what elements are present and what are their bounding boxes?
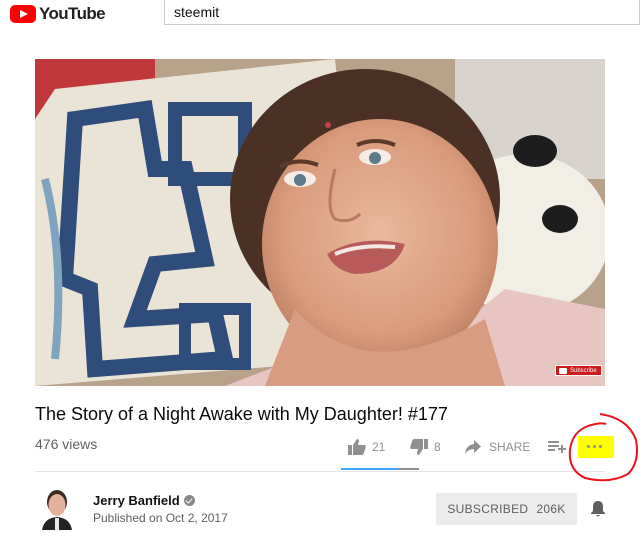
- channel-name[interactable]: Jerry Banfield: [93, 493, 195, 508]
- share-button[interactable]: SHARE: [465, 440, 530, 454]
- dislike-count: 8: [434, 440, 441, 454]
- share-icon: [465, 440, 481, 454]
- subscriber-count: 206K: [536, 502, 566, 516]
- add-to-playlist-button[interactable]: [548, 441, 566, 453]
- avatar-image: [38, 488, 76, 530]
- more-icon[interactable]: [587, 445, 602, 448]
- video-player[interactable]: Subscribe: [35, 59, 605, 386]
- subscribe-watermark-icon: [559, 368, 567, 374]
- youtube-logo-icon: [10, 5, 36, 23]
- avatar[interactable]: [38, 488, 76, 530]
- channel-name-text: Jerry Banfield: [93, 493, 180, 508]
- search-input[interactable]: [164, 0, 640, 25]
- view-count: 476 views: [35, 436, 98, 452]
- sentiment-bar-likes: [341, 468, 397, 470]
- bell-icon-shape: [591, 501, 605, 517]
- subscribe-watermark[interactable]: Subscribe: [555, 365, 602, 376]
- dislike-button[interactable]: 8: [410, 439, 441, 455]
- verified-icon: [183, 495, 195, 506]
- like-button[interactable]: 21: [348, 439, 385, 455]
- video-frame: [35, 59, 605, 386]
- video-title: The Story of a Night Awake with My Daugh…: [35, 404, 448, 424]
- share-label: SHARE: [489, 440, 531, 454]
- youtube-logo[interactable]: YouTube: [10, 4, 106, 24]
- subscribed-button[interactable]: SUBSCRIBED 206K: [436, 493, 577, 525]
- logo-text: YouTube: [39, 4, 106, 23]
- like-count: 21: [372, 440, 386, 454]
- dislike-icon: [410, 439, 428, 455]
- like-icon: [348, 439, 366, 455]
- add-to-playlist-icon: [548, 441, 566, 453]
- subscribed-label: SUBSCRIBED: [447, 502, 529, 516]
- published-date: Published on Oct 2, 2017: [93, 511, 228, 525]
- bell-icon[interactable]: [590, 500, 606, 523]
- masthead: YouTube: [0, 0, 640, 40]
- divider: [35, 471, 605, 472]
- subscribe-watermark-label: Subscribe: [570, 368, 597, 374]
